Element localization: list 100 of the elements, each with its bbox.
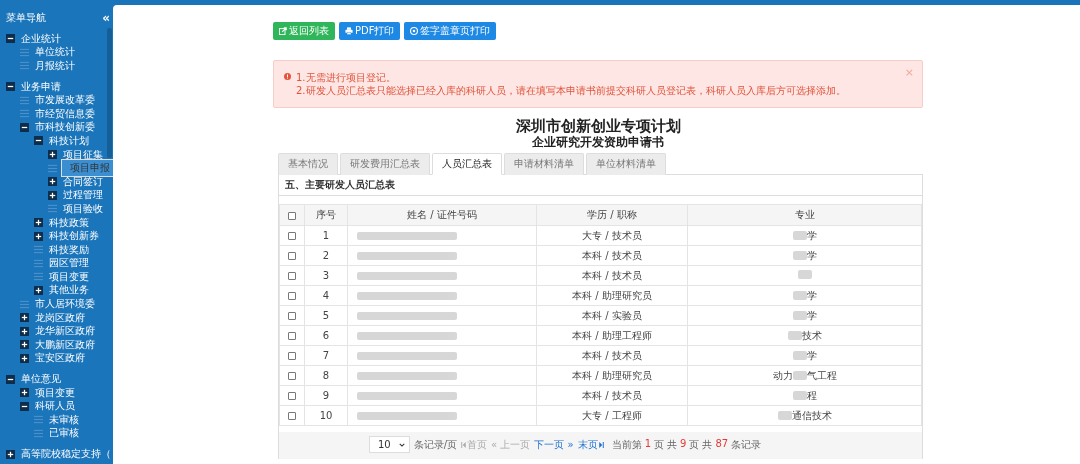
menu-item[interactable]: 项目申报 [61, 159, 113, 178]
menu-item[interactable]: 项目征集 [61, 148, 105, 161]
checkbox[interactable] [288, 332, 296, 340]
menu-item[interactable]: 龙华新区政府 [33, 325, 97, 338]
checkbox[interactable] [288, 372, 296, 380]
printer-icon [345, 27, 353, 35]
back-button[interactable]: 返回列表 [273, 22, 335, 40]
menu-item[interactable]: 高等院校稳定支持（ [19, 448, 113, 460]
expand-icon[interactable] [20, 388, 29, 398]
expand-icon[interactable] [34, 231, 43, 241]
menu-item[interactable]: 业务申请 [19, 80, 63, 93]
menu-item[interactable]: 园区管理 [47, 257, 91, 270]
expand-icon[interactable] [48, 190, 57, 200]
table-cell: 1 [304, 225, 348, 246]
warning-icon [284, 73, 291, 80]
menu-item[interactable]: 大鹏新区政府 [33, 338, 97, 351]
scrollbar[interactable] [107, 28, 112, 158]
menu-item[interactable]: 市科技创新委 [33, 121, 97, 134]
menu-item[interactable]: 龙岗区政府 [33, 311, 87, 324]
menu-item[interactable]: 过程管理 [61, 189, 105, 202]
checkbox[interactable] [288, 292, 296, 300]
menu-item[interactable]: 未审核 [47, 413, 81, 426]
table-cell: 本科 / 实验员 [536, 305, 688, 326]
list-icon [34, 415, 43, 425]
menu-item[interactable]: 已审核 [47, 427, 81, 440]
tab[interactable]: 研发费用汇总表 [340, 153, 430, 175]
list-icon [48, 163, 57, 173]
menu-item[interactable]: 其他业务 [47, 284, 91, 297]
collapse-icon[interactable] [20, 122, 29, 132]
menu-item[interactable]: 科技计划 [47, 134, 91, 147]
menu-item[interactable]: 单位意见 [19, 373, 63, 386]
menu-item[interactable]: 市发展改革委 [33, 94, 97, 107]
expand-icon[interactable] [48, 150, 57, 160]
column-header: 专业 [687, 204, 922, 226]
sidebar-title: 菜单导航 [6, 11, 46, 25]
pager-link[interactable]: 下一页 » [534, 437, 574, 452]
tab[interactable]: 单位材料清单 [586, 153, 666, 175]
menu-item[interactable]: 项目变更 [33, 386, 77, 399]
page-size-select[interactable]: 10 [369, 436, 410, 453]
form-title: 深圳市创新创业专项计划 [514, 118, 682, 135]
menu-item[interactable]: 市人居环境委 [33, 298, 97, 311]
table-cell: 5 [304, 305, 348, 326]
expand-icon[interactable] [34, 218, 43, 227]
menu-item[interactable]: 月报统计 [33, 60, 77, 72]
table-cell: 6 [304, 325, 348, 346]
collapse-button[interactable]: « [102, 11, 110, 25]
menu-item[interactable]: 宝安区政府 [33, 352, 87, 365]
collapse-icon[interactable] [6, 374, 15, 384]
checkbox[interactable] [288, 412, 296, 420]
checkbox[interactable] [288, 352, 296, 360]
checkbox[interactable] [288, 252, 296, 260]
checkbox[interactable] [288, 272, 296, 280]
menu-item[interactable]: 科技创新券 [47, 230, 101, 243]
expand-icon[interactable] [34, 286, 43, 295]
expand-icon[interactable] [20, 340, 29, 350]
alert-text: 1.无需进行项目登记。 [296, 71, 397, 84]
expand-icon[interactable] [20, 313, 29, 323]
checkbox[interactable] [288, 211, 296, 220]
table-cell: 10 [304, 405, 348, 426]
list-icon [20, 61, 29, 71]
table-cell: 2 [304, 245, 348, 266]
table-cell: 本科 / 技术员 [536, 265, 688, 286]
menu-item[interactable]: 合同签订 [61, 175, 105, 188]
expand-icon[interactable] [20, 353, 29, 363]
table-cell: 气工程 [806, 368, 837, 383]
table-cell: 通信技术 [791, 408, 832, 423]
pager-label: 共 [702, 437, 713, 452]
menu-item[interactable]: 科技政策 [47, 216, 91, 229]
tab[interactable]: 申请材料清单 [504, 153, 584, 175]
menu-item[interactable]: 企业统计 [19, 32, 63, 45]
table-cell: 本科 / 助理研究员 [536, 285, 688, 306]
expand-icon[interactable] [6, 449, 15, 459]
table-cell: 8 [304, 365, 348, 386]
redacted-text [787, 331, 802, 340]
checkbox[interactable] [288, 312, 296, 320]
pager-link[interactable]: 末页 [577, 437, 604, 452]
checkbox[interactable] [288, 232, 296, 240]
tab[interactable]: 人员汇总表 [432, 153, 502, 175]
collapse-icon[interactable] [6, 34, 15, 44]
collapse-icon[interactable] [20, 401, 29, 411]
redacted-text [797, 270, 812, 279]
menu-item[interactable]: 项目验收 [61, 202, 105, 215]
menu-item[interactable]: 科技奖励 [47, 243, 91, 256]
collapse-icon[interactable] [34, 136, 43, 146]
menu-item[interactable]: 项目变更 [47, 270, 91, 283]
expand-icon[interactable] [20, 326, 29, 336]
print-button[interactable]: 签字盖章页打印 [404, 22, 497, 40]
table-cell: 学 [806, 228, 817, 243]
table-cell: 3 [304, 265, 348, 286]
tab[interactable]: 基本情况 [278, 153, 338, 175]
menu-item[interactable]: 单位统计 [33, 46, 77, 59]
circle-icon [410, 27, 419, 35]
table-cell: 动力 [772, 368, 793, 383]
expand-icon[interactable] [48, 177, 57, 187]
list-icon [48, 204, 57, 214]
collapse-icon[interactable] [6, 82, 15, 92]
menu-item[interactable]: 科研人员 [33, 400, 77, 413]
menu-item[interactable]: 市经贸信息委 [33, 107, 97, 120]
print-button[interactable]: PDF打印 [339, 22, 401, 40]
checkbox[interactable] [288, 392, 296, 400]
